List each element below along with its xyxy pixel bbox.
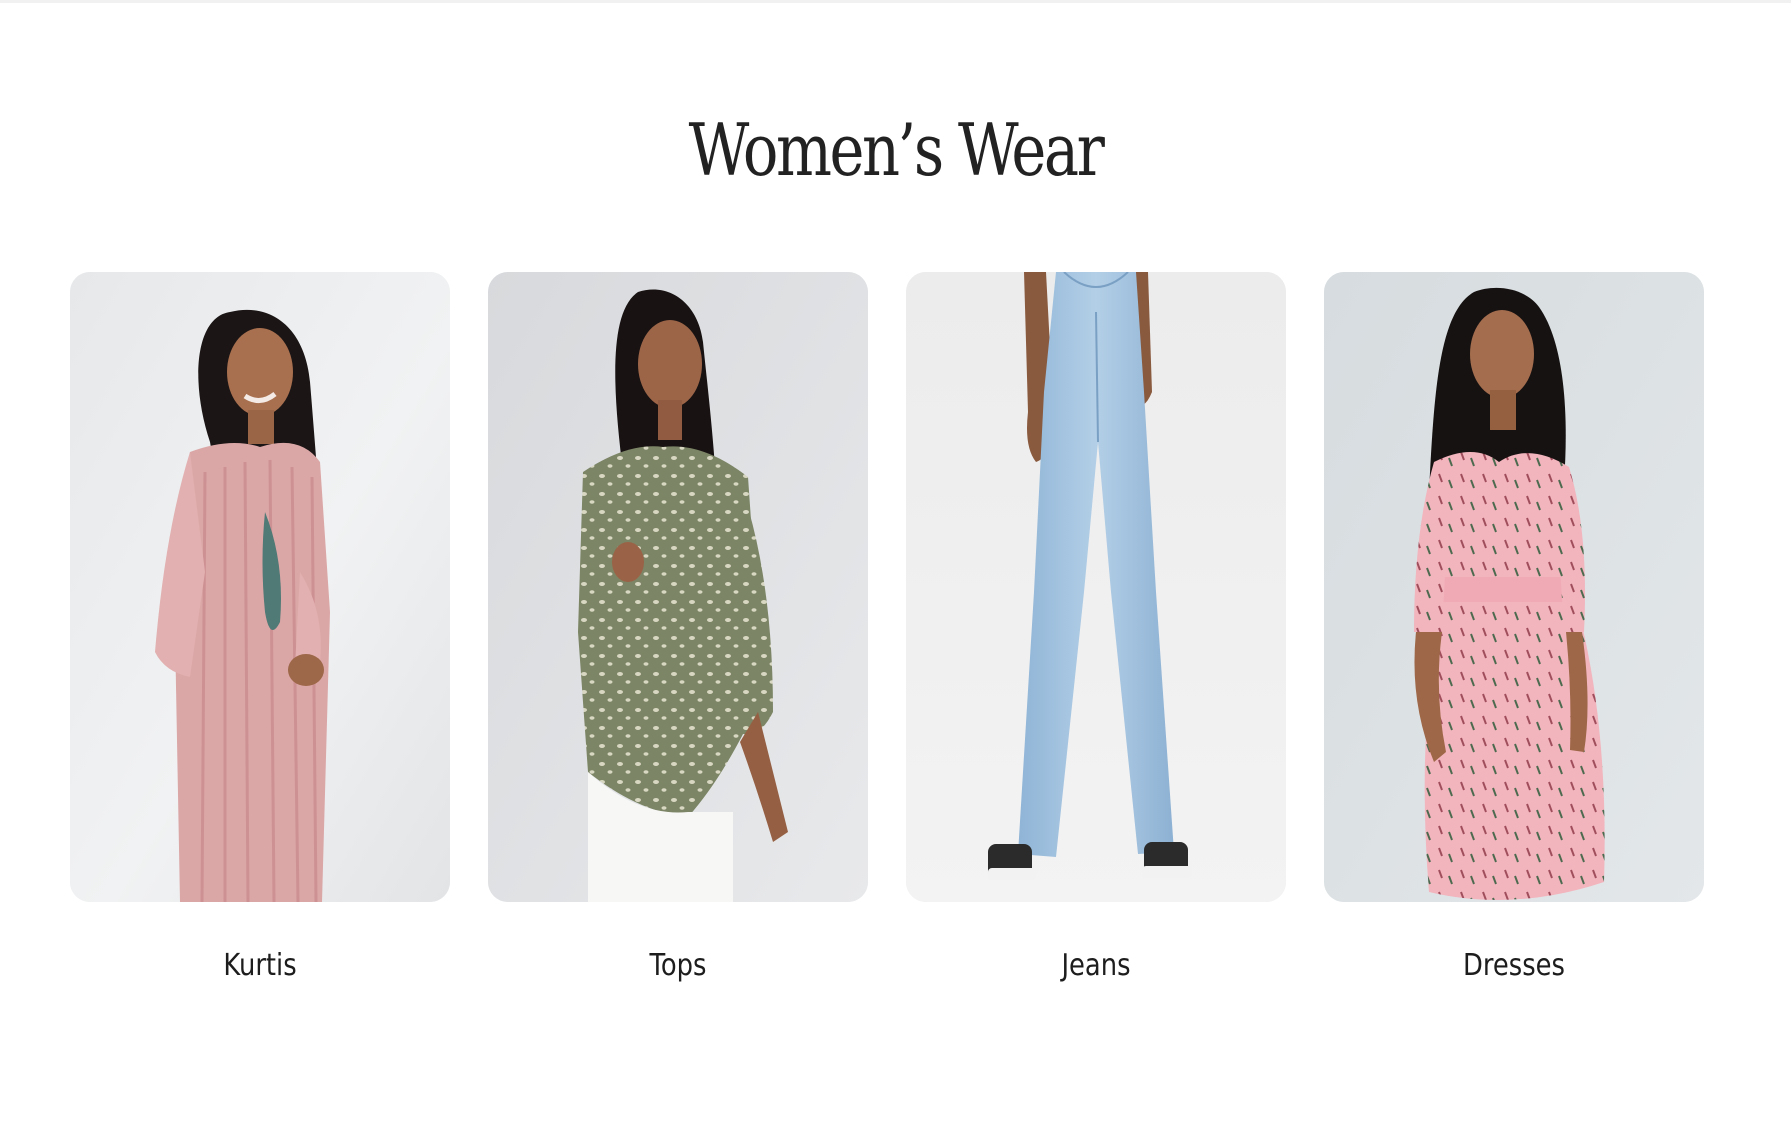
category-card-dresses[interactable]: Dresses	[1324, 272, 1704, 1012]
section-title: Women’s Wear	[688, 108, 1105, 192]
category-image-kurtis[interactable]	[70, 272, 450, 902]
category-card-jeans[interactable]: Jeans	[906, 272, 1286, 1012]
category-card-tops[interactable]: Tops	[488, 272, 868, 1012]
category-label-dresses[interactable]: Dresses	[1351, 946, 1678, 986]
light-blue-wide-leg-jeans-image	[906, 272, 1286, 902]
category-card-kurtis[interactable]: Kurtis	[70, 272, 450, 1012]
category-label-jeans[interactable]: Jeans	[933, 946, 1260, 986]
top-divider	[0, 0, 1791, 3]
category-label-kurtis[interactable]: Kurtis	[97, 946, 424, 986]
category-image-jeans[interactable]	[906, 272, 1286, 902]
woman-in-pink-dress-image	[1324, 272, 1704, 902]
woman-in-pink-kurti-image	[70, 272, 450, 902]
category-grid: Kurtis Tops Jeans Dresses	[70, 272, 1704, 1012]
category-image-dresses[interactable]	[1324, 272, 1704, 902]
woman-in-olive-top-image	[488, 272, 868, 902]
category-image-tops[interactable]	[488, 272, 868, 902]
category-label-tops[interactable]: Tops	[515, 946, 842, 986]
